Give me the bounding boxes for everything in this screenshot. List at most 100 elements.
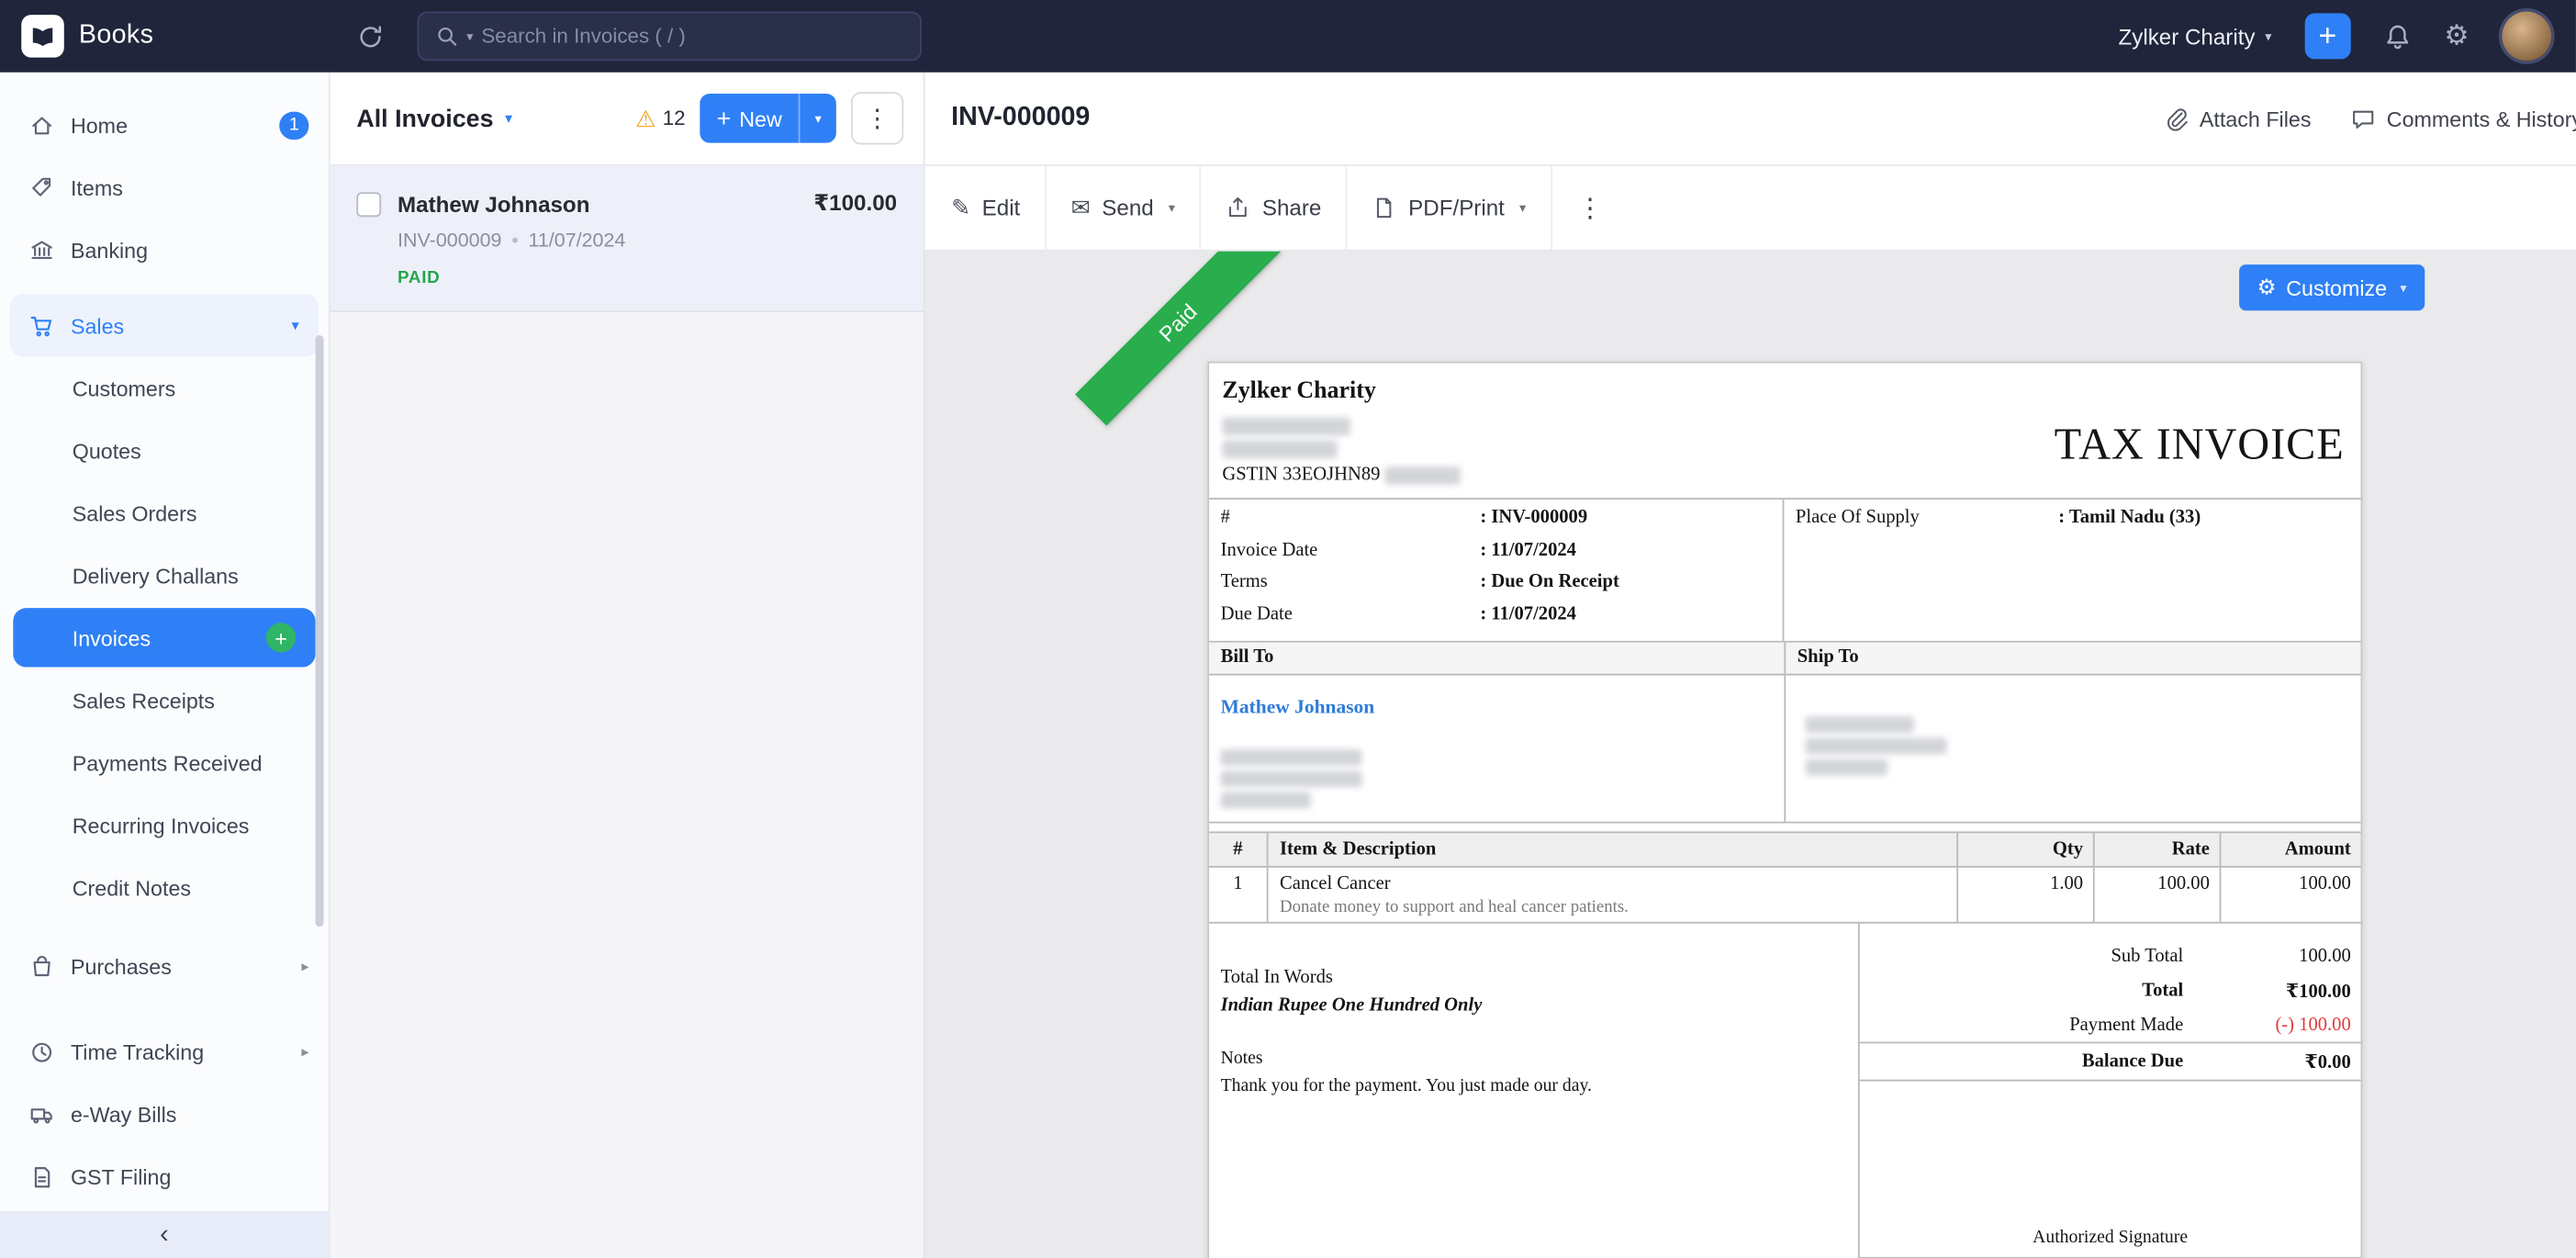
chevron-right-icon: ▸	[301, 1042, 309, 1060]
sidebar-item-credit-notes[interactable]: Credit Notes	[0, 856, 329, 918]
sidebar-item-label: Quotes	[72, 437, 141, 463]
meta-value: : 11/07/2024	[1480, 603, 1576, 624]
pdf-print-button[interactable]: PDF/Print ▾	[1348, 165, 1551, 251]
org-switcher[interactable]: Zylker Charity ▾	[2119, 24, 2272, 49]
dot-separator: •	[511, 228, 519, 252]
sidebar-item-banking[interactable]: Banking	[0, 219, 329, 281]
signature-box: Authorized Signature	[1859, 1081, 2361, 1258]
sidebar-item-purchases[interactable]: Purchases ▸	[0, 935, 329, 997]
quick-create-button[interactable]: +	[2304, 13, 2351, 60]
app-logo[interactable]: Books	[0, 15, 330, 58]
new-invoice-button[interactable]: + New ▾	[700, 94, 836, 143]
sidebar-item-sales-orders[interactable]: Sales Orders	[0, 481, 329, 544]
invoice-document: Zylker Charity GSTIN 33EOJHN89 TAX INVOI…	[1207, 361, 2363, 1258]
list-filter-dropdown[interactable]: All Invoices ▾	[356, 105, 512, 132]
invoice-number: INV-000009	[398, 228, 502, 252]
invoice-list-item[interactable]: Mathew Johnason ₹100.00 INV-000009 • 11/…	[330, 165, 924, 313]
authorized-signature-label: Authorized Signature	[2033, 1227, 2189, 1248]
new-invoice-dropdown-caret[interactable]: ▾	[798, 94, 836, 143]
chevron-down-icon: ▾	[1168, 200, 1175, 216]
sidebar-item-sales-receipts[interactable]: Sales Receipts	[0, 668, 329, 731]
col-header-qty: Qty	[1956, 833, 2093, 867]
redacted-address-line	[1222, 417, 1350, 436]
sidebar-item-quotes[interactable]: Quotes	[0, 419, 329, 481]
sidebar-item-customers[interactable]: Customers	[0, 356, 329, 419]
sidebar-item-recurring-invoices[interactable]: Recurring Invoices	[0, 793, 329, 856]
bill-ship-body: Mathew Johnason	[1209, 675, 2361, 824]
item-name: Cancel Cancer	[1280, 874, 1391, 894]
edit-label: Edit	[981, 195, 1021, 220]
plus-icon: +	[716, 104, 732, 133]
items-table-row: 1 Cancel Cancer Donate money to support …	[1209, 867, 2361, 924]
share-icon	[1229, 197, 1248, 218]
search-input[interactable]	[481, 24, 904, 48]
meta-label: Terms	[1220, 571, 1268, 592]
send-button[interactable]: ✉ Send ▾	[1047, 165, 1200, 251]
totals-rail: Sub Total 100.00 Total ₹100.00 Payment M…	[1857, 923, 2361, 1258]
total-in-words-label: Total In Words	[1220, 968, 1333, 988]
col-header-rate: Rate	[2092, 833, 2220, 867]
sidebar-item-invoices[interactable]: Invoices +	[13, 608, 316, 668]
notifications-icon[interactable]	[2383, 22, 2411, 50]
invoice-checkbox[interactable]	[356, 191, 382, 217]
chevron-right-icon: ▸	[301, 957, 309, 974]
meta-value: : Due On Receipt	[1480, 571, 1619, 592]
edit-button[interactable]: ✎ Edit	[951, 165, 1045, 251]
ship-to-label: Ship To	[1797, 647, 1859, 668]
pencil-icon: ✎	[951, 194, 971, 220]
more-menu-button[interactable]: ⋮	[1552, 165, 1628, 251]
gstin-line: GSTIN 33EOJHN89	[1222, 465, 1462, 485]
invoice-amount: ₹100.00	[813, 190, 898, 216]
customer-name: Mathew Johnason	[398, 191, 590, 217]
invoice-detail-pane: INV-000009 Attach Files Comments & Histo…	[924, 72, 2576, 1258]
comments-history-button[interactable]: Comments & History	[2350, 107, 2576, 131]
warning-indicator[interactable]: ⚠ 12	[635, 105, 686, 132]
sidebar-item-sales[interactable]: Sales ▾	[9, 294, 319, 357]
sidebar-item-time-tracking[interactable]: Time Tracking ▸	[0, 1020, 329, 1083]
sidebar-item-label: e-Way Bills	[70, 1101, 177, 1127]
list-more-menu-button[interactable]: ⋮	[850, 92, 904, 145]
sidebar-item-label: Credit Notes	[72, 874, 192, 900]
warning-count: 12	[662, 107, 686, 130]
new-button-label: New	[739, 106, 782, 131]
user-avatar[interactable]	[2502, 11, 2552, 62]
sidebar-item-delivery-challans[interactable]: Delivery Challans	[0, 544, 329, 606]
notes-label: Notes	[1220, 1048, 1263, 1069]
paperclip-icon	[2167, 108, 2188, 131]
global-search[interactable]: ▾	[417, 11, 922, 62]
clock-icon	[32, 1041, 52, 1061]
pdf-print-label: PDF/Print	[1408, 195, 1505, 220]
customize-label: Customize	[2286, 275, 2388, 300]
invoice-meta-table: #: INV-000009 Invoice Date: 11/07/2024 T…	[1209, 498, 2361, 643]
customize-button[interactable]: ⚙ Customize ▾	[2238, 264, 2425, 311]
invoice-date: 11/07/2024	[528, 228, 626, 252]
notes-text: Thank you for the payment. You just made…	[1220, 1076, 1592, 1096]
redacted-gstin	[1384, 466, 1462, 485]
quick-add-invoice-icon[interactable]: +	[265, 623, 297, 653]
attach-files-button[interactable]: Attach Files	[2164, 107, 2311, 131]
sidebar-item-home[interactable]: Home 1	[0, 94, 329, 156]
redacted-address-line	[1220, 792, 1312, 809]
item-rate: 100.00	[2092, 867, 2220, 922]
sidebar-item-payments-received[interactable]: Payments Received	[0, 731, 329, 793]
share-button[interactable]: Share	[1202, 165, 1347, 251]
sidebar-scrollbar[interactable]	[315, 335, 324, 927]
sidebar-item-label: Home	[70, 112, 129, 138]
items-table-header: # Item & Description Qty Rate Amount	[1209, 831, 2361, 868]
sidebar-item-label: Payments Received	[72, 749, 263, 775]
total-in-words: Indian Rupee One Hundred Only	[1220, 995, 1483, 1016]
send-label: Send	[1102, 195, 1154, 220]
redacted-address-line	[1805, 716, 1914, 734]
item-qty: 1.00	[1956, 867, 2093, 922]
bank-icon	[31, 240, 52, 259]
settings-gear-icon[interactable]: ⚙	[2444, 19, 2469, 52]
bill-to-customer-link[interactable]: Mathew Johnason	[1221, 695, 1375, 720]
sidebar-item-eway-bills[interactable]: e-Way Bills	[0, 1083, 329, 1145]
recent-history-icon[interactable]	[356, 22, 384, 50]
org-name: Zylker Charity	[2118, 23, 2256, 49]
sidebar-item-gst-filing[interactable]: GST Filing	[0, 1145, 329, 1207]
search-scope-caret-icon[interactable]: ▾	[466, 28, 473, 43]
sidebar-collapse-button[interactable]: ‹	[0, 1210, 329, 1258]
redacted-address-line	[1805, 758, 1888, 776]
sidebar-item-items[interactable]: Items	[0, 156, 329, 219]
